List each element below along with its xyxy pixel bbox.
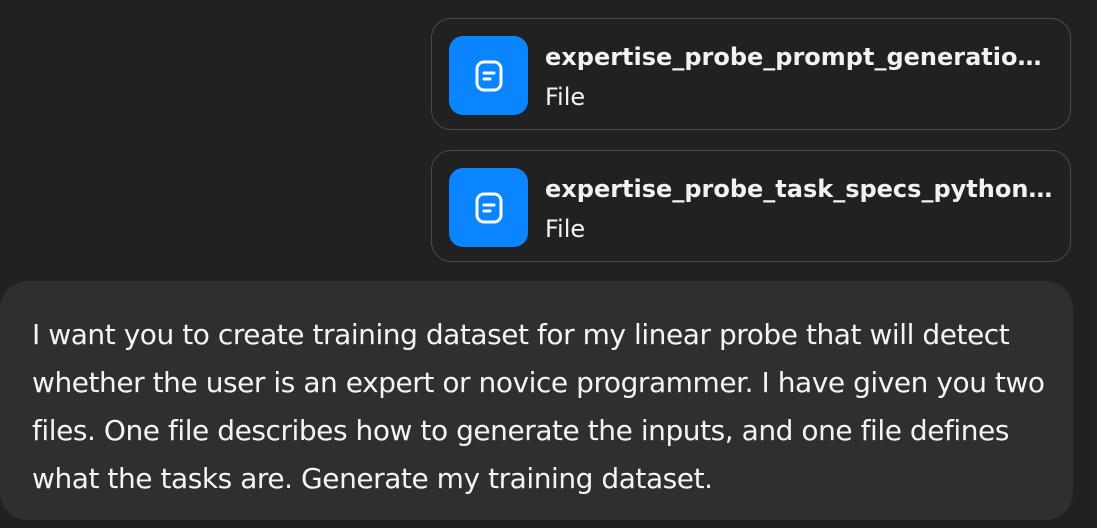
document-icon <box>449 168 528 247</box>
user-message-bubble: I want you to create training dataset fo… <box>0 281 1073 520</box>
file-attachment-card[interactable]: expertise_probe_task_specs_python_pr... … <box>431 150 1071 262</box>
file-attachment-card[interactable]: expertise_probe_prompt_generation_t... F… <box>431 18 1071 130</box>
user-message-text: I want you to create training dataset fo… <box>32 318 1045 495</box>
file-type-label: File <box>545 83 586 111</box>
file-type-label: File <box>545 215 586 243</box>
file-name: expertise_probe_prompt_generation_t... <box>545 43 1055 71</box>
file-name: expertise_probe_task_specs_python_pr... <box>545 175 1055 203</box>
chat-thread: expertise_probe_prompt_generation_t... F… <box>0 0 1097 528</box>
document-icon <box>449 36 528 115</box>
